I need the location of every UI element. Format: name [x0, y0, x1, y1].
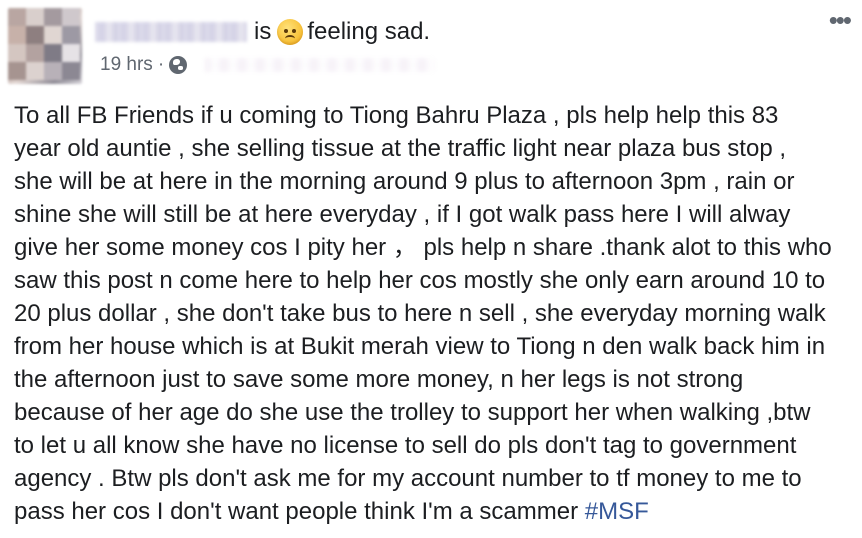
facebook-post: is feeling sad. 19 hrs · ••• To all FB F… [0, 0, 862, 538]
post-line: give her some money cos I pity her ， pls… [14, 234, 832, 261]
post-meta: 19 hrs · [100, 54, 188, 76]
post-line: she will be at here in the morning aroun… [14, 168, 795, 195]
post-header: is feeling sad. [254, 18, 430, 46]
avatar[interactable] [8, 8, 82, 84]
post-line: year old auntie , she selling tissue at … [14, 135, 787, 162]
meta-separator: · [157, 54, 165, 75]
status-verb: is [254, 18, 272, 45]
post-last-line: pass her cos I don't want people think I… [14, 495, 854, 528]
author-name-redacted[interactable] [95, 22, 247, 42]
post-body: To all FB Friends if u coming to Tiong B… [14, 99, 854, 528]
post-line: shine she will still be at here everyday… [14, 201, 791, 228]
post-line: saw this post n come here to help her co… [14, 267, 826, 294]
post-line: To all FB Friends if u coming to Tiong B… [14, 102, 779, 129]
post-line: to let u all know she have no license to… [14, 432, 797, 459]
post-line: the afternoon just to save some more mon… [14, 366, 744, 393]
post-line: because of her age do she use the trolle… [14, 399, 811, 426]
globe-icon[interactable] [169, 56, 188, 74]
post-last-line-text: pass her cos I don't want people think I… [14, 498, 585, 525]
sad-face-emoji-icon [277, 19, 304, 45]
hashtag-link[interactable]: #MSF [585, 498, 649, 525]
timestamp[interactable]: 19 hrs [100, 54, 153, 76]
feeling-text[interactable]: feeling sad. [307, 18, 430, 46]
post-line: 20 plus dollar , she don't take bus to h… [14, 300, 826, 327]
post-line: from her house which is at Bukit merah v… [14, 333, 826, 360]
post-line: agency . Btw pls don't ask me for my acc… [14, 465, 802, 492]
more-options-button[interactable]: ••• [829, 7, 852, 33]
meta-redacted [205, 58, 435, 72]
